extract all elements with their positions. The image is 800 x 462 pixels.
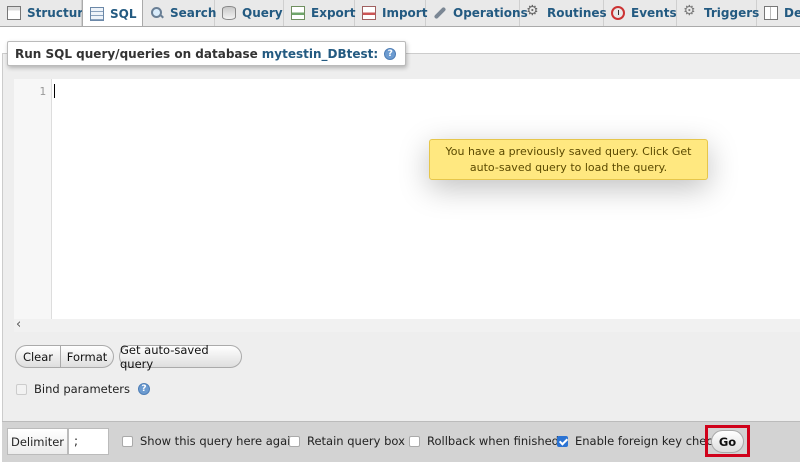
search-icon [150, 6, 164, 20]
help-icon[interactable]: ? [138, 383, 151, 395]
retain-query-box-option[interactable]: Retain query box [289, 434, 405, 448]
routines-icon [526, 3, 541, 20]
show-query-again-checkbox[interactable] [122, 435, 133, 447]
query-icon [222, 6, 236, 20]
database-name: mytestin_DBtest: [261, 46, 379, 61]
tab-label: Query [242, 6, 283, 20]
autosave-notice: You have a previously saved query. Click… [429, 139, 708, 180]
tab-import[interactable]: Import [355, 0, 428, 26]
events-icon [611, 6, 625, 20]
bind-parameters-option[interactable]: Bind parameters ? [16, 382, 151, 396]
tab-triggers[interactable]: Triggers [677, 0, 760, 26]
tab-events[interactable]: Events [604, 0, 677, 26]
panel-title: Run SQL query/queries on database mytest… [7, 41, 407, 66]
option-label: Show this query here again [140, 434, 298, 448]
format-button[interactable]: Format [60, 345, 114, 368]
sql-icon [90, 7, 104, 21]
tab-label: Triggers [704, 6, 760, 20]
tab-designer[interactable]: De [757, 0, 800, 26]
option-label: Enable foreign key checks [575, 434, 726, 448]
delimiter-label: Delimiter [7, 428, 68, 455]
text-cursor [54, 84, 55, 98]
structure-icon [7, 6, 21, 20]
tab-label: SQL [110, 7, 137, 21]
foreign-key-checks-checkbox[interactable] [557, 435, 568, 447]
line-number: 1 [39, 85, 46, 98]
sql-editor[interactable]: 1 [14, 79, 800, 319]
tab-label: Events [631, 6, 677, 20]
bind-parameters-label: Bind parameters [34, 382, 131, 396]
scroll-left-icon[interactable]: ‹ [16, 317, 21, 332]
option-label: Rollback when finished [427, 434, 559, 448]
triggers-icon [683, 3, 698, 20]
tab-routines[interactable]: Routines [520, 0, 607, 26]
export-icon [291, 6, 305, 20]
show-query-again-option[interactable]: Show this query here again [122, 434, 298, 448]
tab-label: Search [170, 6, 217, 20]
tab-operations[interactable]: Operations [426, 0, 528, 26]
option-label: Retain query box [307, 434, 405, 448]
delimiter-input[interactable]: ; [68, 428, 109, 455]
line-number-gutter: 1 [14, 79, 52, 319]
tab-bar: Structure SQL Search Query Export Import… [0, 0, 800, 27]
tab-sql[interactable]: SQL [82, 0, 143, 26]
tab-export[interactable]: Export [284, 0, 355, 26]
tab-label: Import [382, 6, 428, 20]
get-autosaved-query-button[interactable]: Get auto-saved query [119, 343, 242, 371]
rollback-option[interactable]: Rollback when finished [409, 434, 559, 448]
bind-parameters-checkbox[interactable] [16, 383, 27, 395]
operations-icon [433, 6, 447, 20]
tab-search[interactable]: Search [143, 0, 217, 26]
panel-title-text: Run SQL query/queries on database [15, 46, 258, 61]
import-icon [362, 6, 376, 20]
tab-label: Routines [547, 6, 607, 20]
horizontal-scrollbar[interactable]: ‹ [14, 317, 800, 332]
tab-label: Export [311, 6, 356, 20]
help-icon[interactable]: ? [384, 47, 397, 60]
retain-query-box-checkbox[interactable] [289, 435, 300, 447]
designer-icon [764, 6, 778, 20]
rollback-checkbox[interactable] [409, 435, 420, 447]
go-button[interactable]: Go [711, 430, 744, 453]
clear-button[interactable]: Clear [15, 345, 61, 368]
foreign-key-checks-option[interactable]: Enable foreign key checks [557, 434, 725, 448]
tab-label: De [784, 6, 800, 20]
tab-label: Operations [453, 6, 528, 20]
tab-query[interactable]: Query [215, 0, 284, 26]
tab-structure[interactable]: Structure [0, 0, 91, 26]
